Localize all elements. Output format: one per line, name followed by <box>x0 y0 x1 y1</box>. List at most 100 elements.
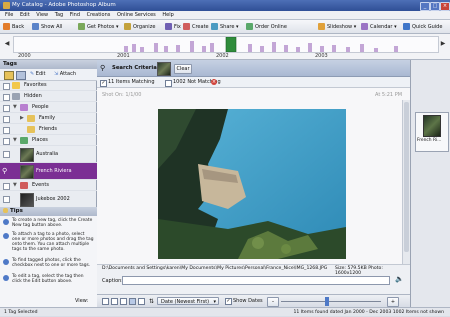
timeline-left-arrow-icon[interactable]: ◀ <box>3 38 11 49</box>
best-matching-checkbox[interactable]: ✓ <box>100 80 107 87</box>
menu-help[interactable]: Help <box>162 11 173 20</box>
sort-icon: ⇅ <box>149 298 155 305</box>
order-online-button[interactable]: Order Online <box>246 22 287 32</box>
not-matching-checkbox[interactable] <box>165 80 172 87</box>
left-pane: Tags ✎ Edit ⇲ Attach Favorites Hidden ▼ … <box>0 60 97 307</box>
tag-checkbox[interactable] <box>3 151 10 158</box>
timeline: ◀ ▶ 2000 2001 2002 2003 <box>0 34 450 60</box>
medium-thumbnails-icon[interactable] <box>111 298 118 305</box>
status-bar: 1 Tag Selected 11 Items found dated Jan … <box>0 307 450 316</box>
photo-path: D:\Documents and Settings\karen\My Docum… <box>102 266 328 271</box>
menu-tag[interactable]: Tag <box>55 11 63 20</box>
tag-icon <box>27 115 35 122</box>
menu-creations[interactable]: Creations <box>87 11 111 20</box>
zoom-slider-handle[interactable] <box>325 297 329 306</box>
window-title: My Catalog - Adobe Photoshop Album <box>12 2 116 8</box>
tag-checkbox[interactable] <box>3 116 10 123</box>
timeline-right-arrow-icon[interactable]: ▶ <box>439 38 447 49</box>
search-criteria-tag-thumbnail[interactable] <box>157 62 171 76</box>
tag-row-australia[interactable]: Australia <box>0 146 97 163</box>
star-icon <box>12 82 20 89</box>
back-arrow-icon <box>3 23 10 30</box>
tag-checkbox[interactable] <box>3 83 10 90</box>
tag-row-jukebox-2002[interactable]: Jukebox 2002 <box>0 191 97 208</box>
single-photo-view-icon[interactable] <box>129 298 136 305</box>
timeline-track[interactable] <box>13 36 439 53</box>
fix-icon <box>165 23 172 30</box>
organize-icon <box>124 23 131 30</box>
audio-caption-icon[interactable]: 🔈 <box>395 275 404 283</box>
timeline-year-2000: 2000 <box>18 53 31 59</box>
attach-tag-button[interactable]: ⇲ Attach <box>54 69 76 80</box>
tips-bulb-icon <box>3 208 8 213</box>
calendar-button[interactable]: Calendar ▾ <box>361 22 397 32</box>
menu-find[interactable]: Find <box>70 11 80 20</box>
tag-checkbox[interactable] <box>3 196 10 203</box>
tag-row-french-riviera[interactable]: ⚲ French Riviera <box>0 163 97 180</box>
expand-triangle-icon[interactable]: ▼ <box>13 135 17 146</box>
menu-view[interactable]: View <box>36 11 48 20</box>
slideshow-button[interactable]: Slideshow ▾ <box>318 22 356 32</box>
tag-checkbox[interactable] <box>3 105 10 112</box>
zoom-slider-track[interactable] <box>281 301 381 302</box>
tag-row-people[interactable]: ▼ People <box>0 102 97 113</box>
workspace-pane: French Ri... <box>410 60 450 307</box>
tag-row-hidden[interactable]: Hidden <box>0 91 97 102</box>
order-online-icon <box>246 23 253 30</box>
photo-view: Shot On: 1/1/00 At 5:21 PM <box>97 88 410 264</box>
menu-edit[interactable]: Edit <box>20 11 30 20</box>
scrollbar-thumb[interactable] <box>404 102 409 252</box>
binoculars-icon[interactable]: ⚲ <box>2 167 10 176</box>
jukebox-tag-thumbnail <box>20 193 34 207</box>
show-dates-checkbox[interactable]: ✓ <box>225 298 232 305</box>
maximize-icon[interactable]: □ <box>430 2 440 11</box>
attach-icon: ⇲ <box>54 71 59 77</box>
small-thumbnails-icon[interactable] <box>102 298 109 305</box>
zoom-in-icon[interactable]: + <box>387 297 399 307</box>
tip-text: To create a new tag, click the Create Ne… <box>12 218 93 228</box>
clear-button[interactable]: Clear <box>174 64 192 74</box>
tag-checkbox[interactable] <box>3 127 10 134</box>
timeline-histogram <box>124 36 398 53</box>
expand-triangle-icon[interactable]: ▶ <box>20 113 24 124</box>
details-view-icon[interactable] <box>138 298 145 305</box>
tag-row-events[interactable]: ▼ Events <box>0 180 97 191</box>
sort-order-select[interactable]: Date (Newest First) ▾ <box>157 297 219 305</box>
tag-row-friends[interactable]: Friends <box>0 124 97 135</box>
create-button[interactable]: Create <box>183 22 209 32</box>
caption-input[interactable] <box>122 276 390 285</box>
tag-row-places[interactable]: ▼ Places <box>0 135 97 146</box>
photo-image[interactable] <box>158 109 346 259</box>
zoom-out-icon[interactable]: – <box>267 297 279 307</box>
show-all-button[interactable]: Show All <box>32 22 62 32</box>
back-button[interactable]: Back <box>3 22 24 32</box>
slideshow-icon <box>318 23 325 30</box>
tag-checkbox[interactable] <box>3 94 10 101</box>
photo-scrollbar[interactable] <box>402 100 410 264</box>
places-icon <box>20 137 28 144</box>
tip-text: To find tagged photos, click the checkbo… <box>12 258 91 268</box>
expand-triangle-icon[interactable]: ▼ <box>13 102 17 113</box>
get-photos-button[interactable]: Get Photos ▾ <box>78 22 118 32</box>
new-tag-icon[interactable] <box>4 71 14 80</box>
menu-file[interactable]: File <box>5 11 13 20</box>
quick-guide-button[interactable]: Quick Guide <box>403 22 442 32</box>
fix-button[interactable]: Fix <box>165 22 181 32</box>
expand-triangle-icon[interactable]: ▼ <box>13 180 17 191</box>
search-criteria-label: Search Criteria: <box>112 65 159 71</box>
edit-tag-button[interactable]: ✎ Edit <box>30 69 45 80</box>
quick-guide-icon <box>403 23 410 30</box>
tag-checkbox[interactable] <box>3 138 10 145</box>
tag-row-family[interactable]: ▶ Family <box>0 113 97 124</box>
tip-bullet-icon <box>3 233 9 239</box>
menu-online-services[interactable]: Online Services <box>117 11 156 20</box>
workspace-thumbnail-card[interactable]: French Ri... <box>415 112 449 152</box>
minimize-icon[interactable]: _ <box>420 2 430 11</box>
new-category-icon[interactable] <box>16 71 26 80</box>
tag-row-favorites[interactable]: Favorites <box>0 80 97 91</box>
close-icon[interactable]: × <box>440 2 450 11</box>
tag-checkbox[interactable] <box>3 183 10 190</box>
large-thumbnails-icon[interactable] <box>120 298 127 305</box>
organize-button[interactable]: Organize <box>124 22 155 32</box>
share-button[interactable]: Share ▾ <box>211 22 239 32</box>
